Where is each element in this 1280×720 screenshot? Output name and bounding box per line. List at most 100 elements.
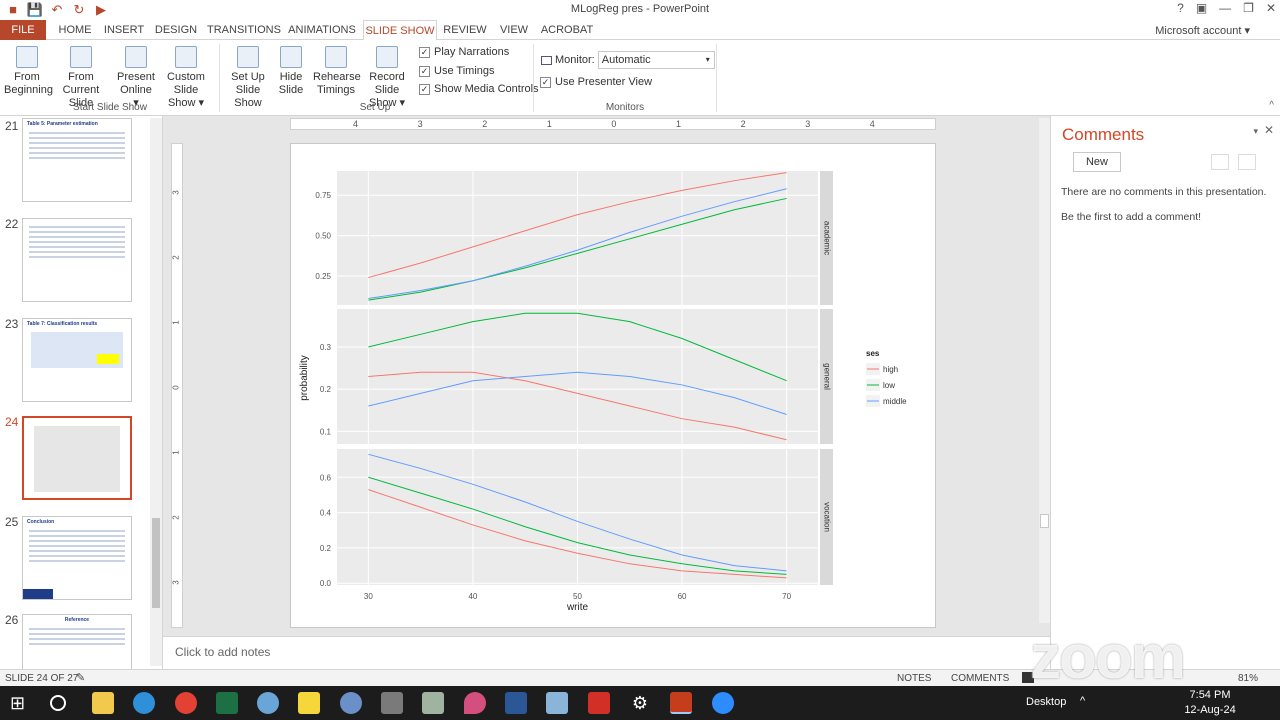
present-online-line1: Present — [117, 71, 155, 83]
slideshow-current-icon — [70, 46, 92, 68]
monitor-dropdown[interactable]: Automatic ▾ — [597, 51, 715, 69]
windows-start-icon[interactable]: ⊞ — [10, 692, 32, 714]
legend-label: middle — [883, 397, 907, 406]
record-slide-show-button[interactable]: Record Slide Show ▾ — [357, 46, 417, 110]
slide-thumbnail[interactable]: Table 5: Parameter estimation — [22, 118, 132, 202]
account-menu[interactable]: Microsoft account ▾ — [1155, 24, 1250, 37]
comments-toggle-button[interactable]: COMMENTS — [951, 673, 1009, 684]
y-tick-label: 0.6 — [320, 473, 332, 482]
hide-slide-button[interactable]: Hide Slide — [275, 46, 307, 97]
tab-file[interactable]: FILE — [0, 20, 46, 40]
tab-transitions[interactable]: TRANSITIONS — [207, 20, 281, 40]
from-current-slide-button[interactable]: From Current Slide — [50, 46, 112, 110]
file-explorer-icon[interactable] — [92, 692, 114, 714]
tab-view[interactable]: VIEW — [495, 20, 533, 40]
slide-thumbnail[interactable]: Table 7: Classification results — [22, 318, 132, 402]
editor-scrollbar[interactable] — [1039, 118, 1050, 623]
use-timings-checkbox[interactable]: ✓ Use Timings — [419, 65, 495, 77]
collapse-ribbon-icon[interactable]: ^ — [1269, 100, 1274, 111]
window-controls: ? ▣ — ❐ ✕ — [1177, 1, 1276, 15]
ribbon-display-icon[interactable]: ▣ — [1196, 1, 1207, 15]
tab-slide-show[interactable]: SLIDE SHOW — [363, 20, 437, 41]
restore-icon[interactable]: ❐ — [1243, 1, 1254, 15]
desktop-toolbar-label[interactable]: Desktop — [1026, 696, 1066, 708]
probability-chart[interactable]: academic 0.25 0.50 0.75 general 0.1 0.2 0.3 voca… — [290, 143, 936, 628]
notes-app-icon[interactable] — [546, 692, 568, 714]
scrollbar-thumb[interactable] — [1040, 514, 1049, 528]
thumbnail-title: Reference — [64, 617, 90, 623]
excel-icon[interactable] — [216, 692, 238, 714]
tab-animations[interactable]: ANIMATIONS — [287, 20, 357, 40]
acrobat-icon[interactable] — [588, 692, 610, 714]
use-presenter-view-checkbox[interactable]: ✓ Use Presenter View — [540, 76, 652, 88]
ruler-tick-label: 2 — [482, 119, 488, 129]
thumbnail-title: Table 7: Classification results — [27, 321, 98, 327]
ruler-tick-label: 2 — [171, 255, 181, 260]
vertical-ruler: 3 2 1 0 1 2 3 — [171, 143, 183, 628]
search-icon[interactable] — [50, 695, 66, 711]
tab-design[interactable]: DESIGN — [153, 20, 199, 40]
slide-thumbnail[interactable] — [22, 218, 132, 302]
group-label-setup: Set Up — [359, 102, 391, 113]
new-comment-button[interactable]: New — [1073, 152, 1121, 172]
facet-label: general — [822, 363, 831, 390]
add-comment-hint: Be the first to add a comment! — [1061, 211, 1202, 223]
thumbnail-title — [23, 219, 131, 223]
slide-thumbnail-pane: 21 Table 5: Parameter estimation 22 23 T… — [0, 116, 163, 674]
pane-options-icon[interactable]: ▾ — [1253, 126, 1258, 137]
tab-acrobat[interactable]: ACROBAT — [540, 20, 594, 40]
record-line1: Record Slide — [369, 71, 405, 96]
close-pane-icon[interactable]: ✕ — [1264, 123, 1274, 137]
word-icon[interactable] — [505, 692, 527, 714]
r-icon[interactable] — [340, 692, 362, 714]
paint-icon[interactable] — [422, 692, 444, 714]
scrollbar-thumb[interactable] — [152, 518, 160, 608]
spelling-check-icon[interactable]: ✎ — [76, 671, 85, 684]
slide-thumbnail[interactable]: Reference — [22, 614, 132, 674]
slideshow-start-icon — [16, 46, 38, 68]
thumbnail-scrollbar[interactable] — [150, 118, 162, 666]
clock-time[interactable]: 7:54 PM — [1180, 689, 1240, 701]
zoom-app-icon[interactable] — [712, 692, 734, 714]
clock-date[interactable]: 12-Aug-24 — [1180, 704, 1240, 716]
notes-toggle-button[interactable]: NOTES — [897, 673, 931, 684]
minimize-icon[interactable]: — — [1219, 1, 1231, 15]
from-beginning-button[interactable]: From Beginning — [4, 46, 53, 97]
from-beginning-line1: From — [14, 71, 40, 83]
tab-insert[interactable]: INSERT — [102, 20, 146, 40]
play-narrations-label: Play Narrations — [434, 46, 510, 58]
tab-home[interactable]: HOME — [55, 20, 95, 40]
rehearse-timings-button[interactable]: Rehearse Timings — [313, 46, 361, 97]
set-up-slide-show-button[interactable]: Set Up Slide Show — [222, 46, 274, 110]
notes-placeholder: Click to add notes — [175, 645, 271, 659]
tray-chevron-icon[interactable]: ^ — [1080, 695, 1085, 707]
chrome-icon[interactable] — [175, 692, 197, 714]
powerpoint-icon[interactable] — [670, 692, 692, 714]
close-icon[interactable]: ✕ — [1266, 1, 1276, 15]
present-online-button[interactable]: Present Online ▾ — [116, 46, 156, 110]
tab-review[interactable]: REVIEW — [443, 20, 487, 40]
notes-pane[interactable]: Click to add notes — [163, 636, 1050, 669]
zoom-level[interactable]: 81% — [1238, 673, 1258, 684]
calculator-icon[interactable] — [381, 692, 403, 714]
custom-slide-show-button[interactable]: Custom Slide Show ▾ — [156, 46, 216, 110]
y-tick-label: 0.75 — [315, 191, 331, 200]
title-bar: ■ 💾 ↶ ↻ ▶ MLogReg pres - PowerPoint ? ▣ … — [0, 0, 1280, 20]
slide-thumbnail-selected[interactable] — [22, 416, 132, 500]
facet-label: vocation — [822, 502, 831, 532]
color-drop-icon[interactable] — [464, 692, 486, 714]
help-icon[interactable]: ? — [1177, 1, 1184, 15]
thumbnail-title — [24, 418, 130, 422]
legend-title: ses — [866, 349, 880, 358]
settings-gear-icon[interactable]: ⚙ — [629, 692, 651, 714]
network-app-icon[interactable] — [257, 692, 279, 714]
ruler-tick-label: 0 — [171, 385, 181, 390]
edge-icon[interactable] — [133, 692, 155, 714]
show-media-controls-checkbox[interactable]: ✓ Show Media Controls — [419, 83, 539, 95]
sticky-notes-icon[interactable] — [298, 692, 320, 714]
play-narrations-checkbox[interactable]: ✓ Play Narrations — [419, 46, 509, 58]
use-timings-label: Use Timings — [434, 65, 495, 77]
next-comment-icon[interactable] — [1238, 154, 1256, 170]
slide-thumbnail[interactable]: Conclusion — [22, 516, 132, 600]
previous-comment-icon[interactable] — [1211, 154, 1229, 170]
